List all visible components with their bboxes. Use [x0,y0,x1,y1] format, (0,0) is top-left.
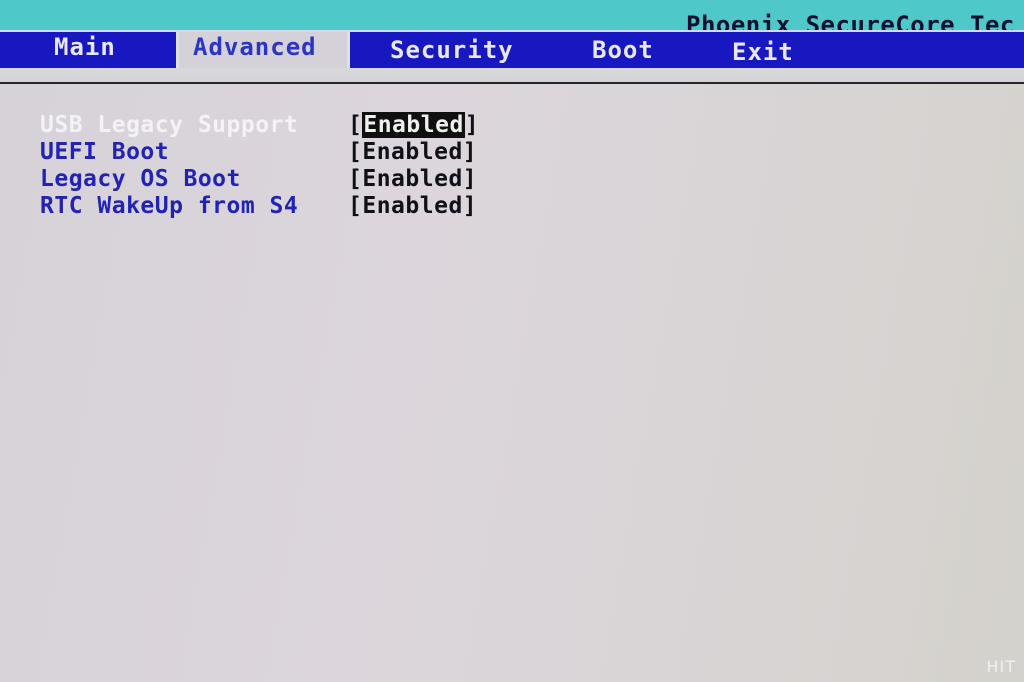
menu-divider [0,68,1024,84]
setting-value[interactable]: [Enabled] [348,166,477,192]
menu-bar: Main Advanced Security Boot Exit [0,30,1024,70]
tab-security[interactable]: Security [390,35,514,71]
title-bar: Phoenix SecureCore Tec [0,0,1024,39]
setting-value-text: Enabled [362,166,463,192]
tab-advanced[interactable]: Advanced [176,32,350,68]
setting-label: RTC WakeUp from S4 [40,193,299,219]
setting-row-usb-legacy-support[interactable]: USB Legacy Support [Enabled] [40,112,520,139]
setting-row-uefi-boot[interactable]: UEFI Boot [Enabled] [40,139,520,166]
bios-screen: Phoenix SecureCore Tec Main Advanced Sec… [0,0,1024,682]
setting-label: UEFI Boot [40,139,170,165]
tab-boot[interactable]: Boot [592,35,654,71]
setting-value-text: Enabled [362,193,463,219]
tab-main[interactable]: Main [54,32,116,68]
setting-value[interactable]: [Enabled] [348,193,477,219]
settings-list: USB Legacy Support [Enabled] UEFI Boot [… [40,112,520,220]
setting-value[interactable]: [Enabled] [348,139,477,165]
setting-value-text: Enabled [362,112,465,138]
setting-row-legacy-os-boot[interactable]: Legacy OS Boot [Enabled] [40,166,520,193]
setting-value[interactable]: [Enabled] [348,112,479,138]
setting-row-rtc-wakeup-from-s4[interactable]: RTC WakeUp from S4 [Enabled] [40,193,520,220]
setting-label: Legacy OS Boot [40,166,241,192]
setting-label: USB Legacy Support [40,112,299,138]
watermark: HIT [986,657,1016,676]
setting-value-text: Enabled [362,139,463,165]
